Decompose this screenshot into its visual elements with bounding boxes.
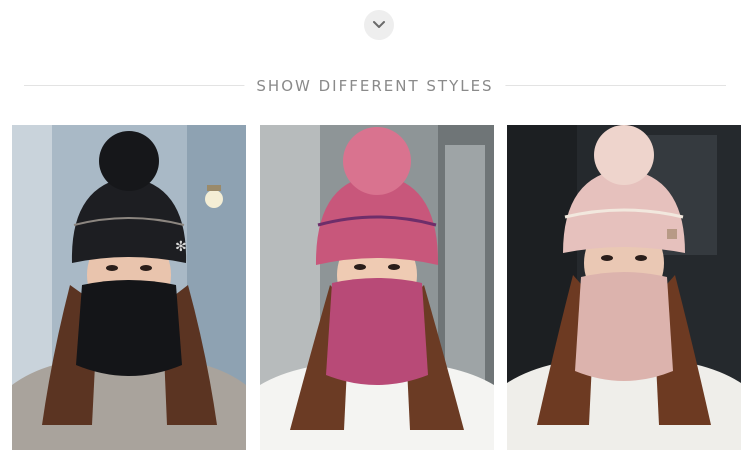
scroll-down-button[interactable] [364,10,394,40]
product-image-pink[interactable] [507,125,741,450]
chevron-down-icon [373,21,385,28]
product-image-rose[interactable] [260,125,494,450]
product-image-black[interactable]: ✻ [12,125,246,450]
section-title: SHOW DIFFERENT STYLES [244,77,506,95]
section-header: SHOW DIFFERENT STYLES [24,72,726,100]
svg-text:✻: ✻ [175,239,187,255]
